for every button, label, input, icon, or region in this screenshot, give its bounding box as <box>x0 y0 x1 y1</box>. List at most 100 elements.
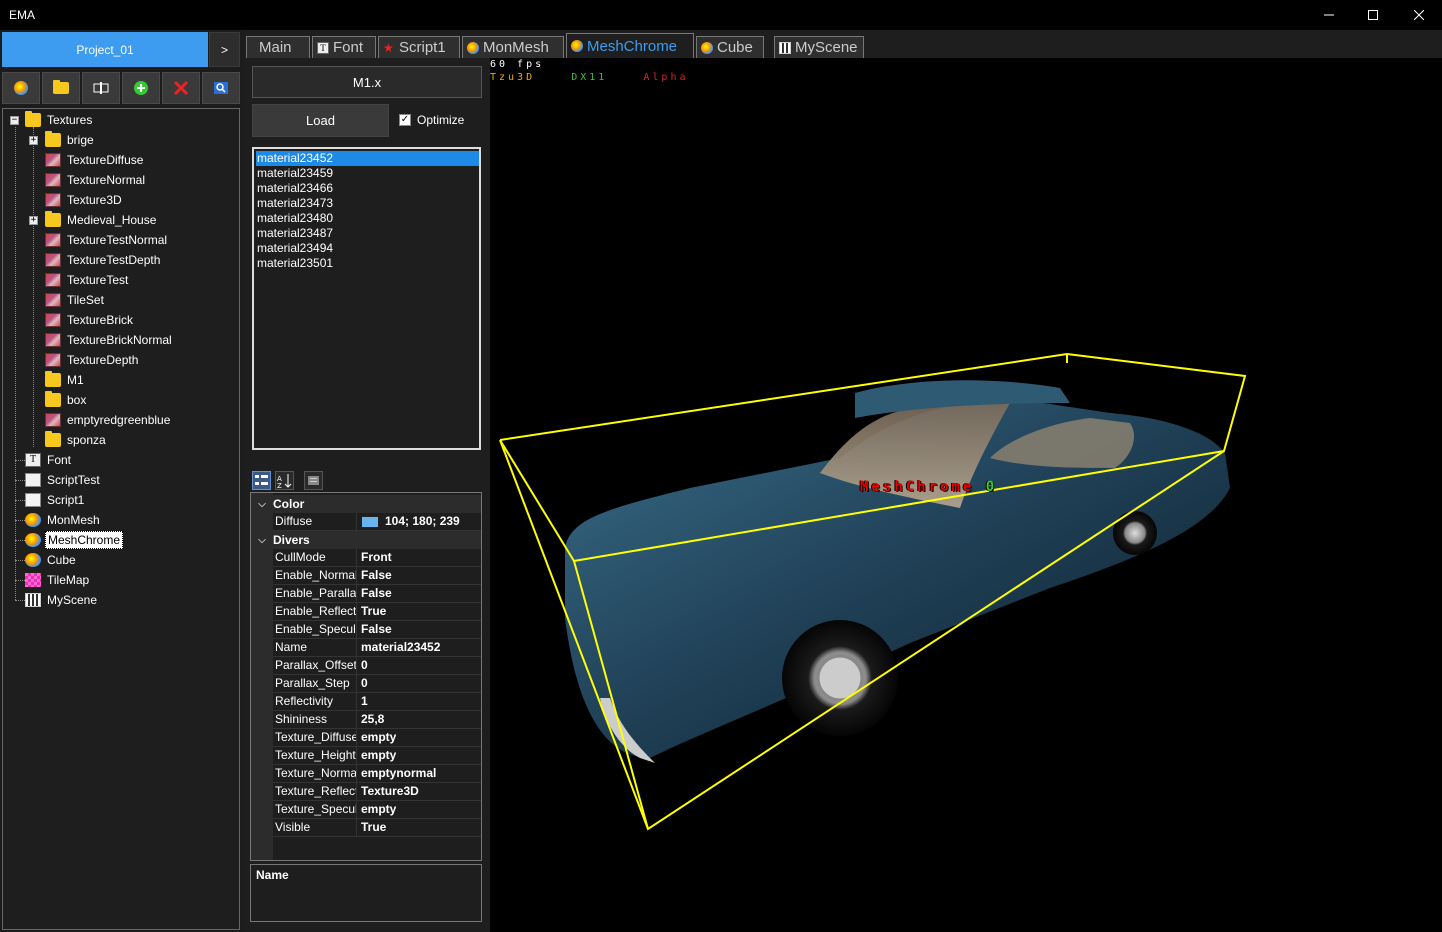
tree-item-brige[interactable]: brige <box>45 131 96 149</box>
property-row[interactable]: Texture_Height empty <box>273 747 481 765</box>
document-tabs: Main T Font ★ Script1 MonMesh MeshChrome… <box>244 30 1442 58</box>
property-row[interactable]: Parallax_Step 0 <box>273 675 481 693</box>
tilemap-icon <box>25 573 41 587</box>
property-row[interactable]: Texture_Diffuse empty <box>273 729 481 747</box>
list-item-material[interactable]: material23480 <box>256 211 479 226</box>
scene-render <box>499 352 1247 831</box>
tree-item-texturetest[interactable]: TextureTest <box>45 271 130 289</box>
tree-item-textures[interactable]: Textures <box>25 111 94 129</box>
close-button[interactable] <box>1396 0 1442 30</box>
chevron-down-icon[interactable]: ⌵ <box>251 499 273 510</box>
tree-item-scripttest[interactable]: ScriptTest <box>25 471 102 489</box>
property-row[interactable]: Texture_ReflectionTexture3D <box>273 783 481 801</box>
categorized-view-button[interactable] <box>252 471 271 490</box>
tree-item-texture3d[interactable]: Texture3D <box>45 191 124 209</box>
material-list[interactable]: material23452 material23459 material2346… <box>252 147 481 450</box>
tree-item-meshchrome[interactable]: MeshChrome <box>25 531 124 549</box>
list-item-material[interactable]: material23494 <box>256 241 479 256</box>
tree-item-cube[interactable]: Cube <box>25 551 78 569</box>
property-row[interactable]: Reflectivity 1 <box>273 693 481 711</box>
add-folder-button[interactable] <box>42 72 80 104</box>
list-item-material[interactable]: material23487 <box>256 226 479 241</box>
expand-brige-toggle[interactable]: + <box>29 136 38 145</box>
texture-icon <box>45 293 61 307</box>
tree-item-texturetestdepth[interactable]: TextureTestDepth <box>45 251 162 269</box>
tab-meshchrome[interactable]: MeshChrome <box>566 33 694 58</box>
tree-item-texturetestnormal[interactable]: TextureTestNormal <box>45 231 169 249</box>
property-pages-button[interactable] <box>304 471 323 490</box>
project-button[interactable]: Project_01 <box>2 32 208 67</box>
mesh-file-field[interactable]: M1.x <box>252 66 482 98</box>
minimize-button[interactable] <box>1306 0 1352 30</box>
tree-item-tileset[interactable]: TileSet <box>45 291 106 309</box>
property-row[interactable]: Name material23452 <box>273 639 481 657</box>
tree-item-texturedepth[interactable]: TextureDepth <box>45 351 140 369</box>
add-mesh-button[interactable] <box>2 72 40 104</box>
delete-button[interactable] <box>162 72 200 104</box>
maximize-button[interactable] <box>1350 0 1396 30</box>
property-row[interactable]: Enable_Parallax False <box>273 585 481 603</box>
property-row[interactable]: Shininess 25,8 <box>273 711 481 729</box>
list-item-material[interactable]: material23452 <box>256 151 479 166</box>
tree-item-myscene[interactable]: MyScene <box>25 591 99 609</box>
property-row[interactable]: Visible True <box>273 819 481 837</box>
tree-item-box[interactable]: box <box>45 391 88 409</box>
folder-icon <box>45 371 61 387</box>
tree-item-texturenormal[interactable]: TextureNormal <box>45 171 147 189</box>
tab-main[interactable]: Main <box>246 36 310 58</box>
project-tree[interactable]: − + + Textures brige TextureDiffuse Text… <box>2 108 240 930</box>
tab-script1[interactable]: ★ Script1 <box>378 36 460 58</box>
list-item-material[interactable]: material23459 <box>256 166 479 181</box>
project-panel: Project_01 > − + + Textures brige Textur… <box>0 30 244 932</box>
property-row[interactable]: Enable_SpecularFalse <box>273 621 481 639</box>
tab-monmesh[interactable]: MonMesh <box>462 36 564 58</box>
tree-item-emptyredgreenblue[interactable]: emptyredgreenblue <box>45 411 172 429</box>
texture-icon <box>45 313 61 327</box>
property-row[interactable]: Texture_Normal emptynormal <box>273 765 481 783</box>
tree-item-medieval-house[interactable]: Medieval_House <box>45 211 158 229</box>
tree-item-tilemap[interactable]: TileMap <box>25 571 91 589</box>
list-item-material[interactable]: material23466 <box>256 181 479 196</box>
optimize-checkbox[interactable]: ✓ Optimize <box>399 113 464 127</box>
property-row[interactable]: Parallax_Offset 0 <box>273 657 481 675</box>
property-grid[interactable]: ⌵ Color Diffuse 104; 180; 239 ⌵ Divers C… <box>250 492 482 861</box>
mesh-icon <box>14 81 28 95</box>
tree-item-monmesh[interactable]: MonMesh <box>25 511 102 529</box>
alphabetical-view-button[interactable]: AZ <box>275 471 294 490</box>
project-toolbar <box>2 72 240 104</box>
checkbox-check-icon[interactable]: ✓ <box>399 114 411 126</box>
collapse-textures-toggle[interactable]: − <box>10 116 19 125</box>
scene-icon <box>25 593 41 607</box>
chevron-down-icon[interactable]: ⌵ <box>251 535 273 546</box>
tab-myscene[interactable]: MyScene <box>774 36 864 58</box>
list-item-material[interactable]: material23473 <box>256 196 479 211</box>
property-row[interactable]: Enable_ReflectionTrue <box>273 603 481 621</box>
tree-item-texturebricknormal[interactable]: TextureBrickNormal <box>45 331 174 349</box>
color-swatch <box>361 515 379 528</box>
tree-item-texturebrick[interactable]: TextureBrick <box>45 311 135 329</box>
project-next-button[interactable]: > <box>209 32 240 67</box>
tree-item-sponza[interactable]: sponza <box>45 431 108 449</box>
list-item-material[interactable]: material23501 <box>256 256 479 271</box>
load-button[interactable]: Load <box>252 104 389 137</box>
tree-item-m1[interactable]: M1 <box>45 371 86 389</box>
property-row[interactable]: Enable_Normal False <box>273 567 481 585</box>
property-row[interactable]: Texture_Specularempty <box>273 801 481 819</box>
property-row[interactable]: CullMode Front <box>273 549 481 567</box>
tree-item-script1[interactable]: Script1 <box>25 491 86 509</box>
font-icon: T <box>317 41 329 54</box>
property-row-diffuse[interactable]: Diffuse 104; 180; 239 <box>273 513 481 531</box>
tree-item-font[interactable]: T Font <box>25 451 73 469</box>
category-color[interactable]: ⌵ Color <box>251 495 481 513</box>
expand-medieval-house-toggle[interactable]: + <box>29 216 38 225</box>
3d-viewport[interactable]: 60 fps Tzu3D DX11 Alpha MeshChrome 0 <box>490 58 1442 932</box>
search-button[interactable] <box>202 72 240 104</box>
add-item-button[interactable] <box>122 72 160 104</box>
category-divers[interactable]: ⌵ Divers <box>251 531 481 549</box>
tab-font[interactable]: T Font <box>312 36 376 58</box>
property-grid-toolbar: AZ <box>252 471 332 491</box>
folder-icon <box>25 111 41 127</box>
tree-item-texturediffuse[interactable]: TextureDiffuse <box>45 151 145 169</box>
rename-button[interactable] <box>82 72 120 104</box>
tab-cube[interactable]: Cube <box>696 36 764 58</box>
